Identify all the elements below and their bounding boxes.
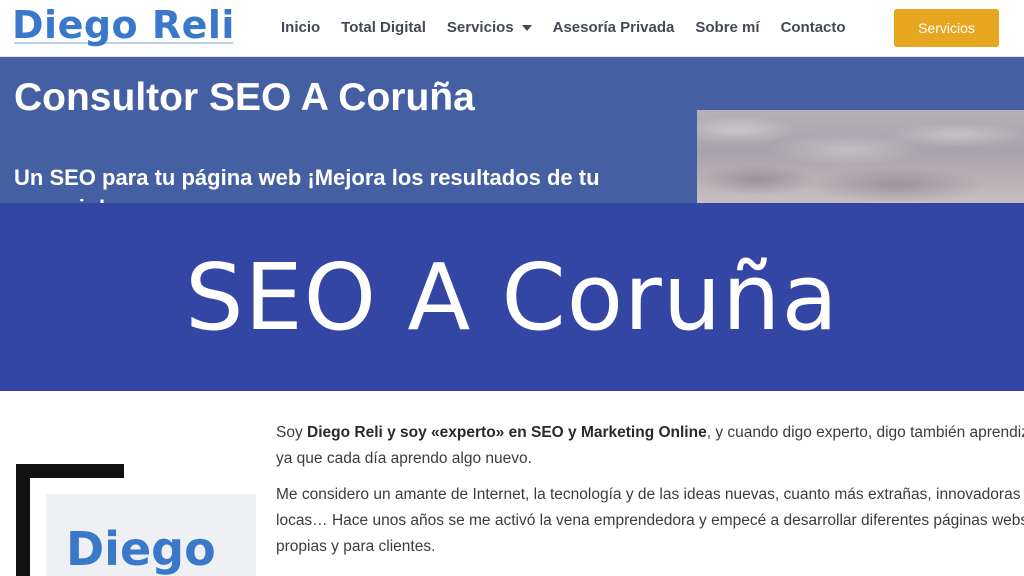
site-header: Diego Reli Inicio Total Digital Servicio…	[0, 0, 1024, 57]
nav-item-asesoria-privada[interactable]: Asesoría Privada	[553, 19, 675, 36]
logo-text: Diego Reli	[12, 3, 235, 47]
banner-text: SEO A Coruña	[185, 243, 839, 351]
nav-item-sobre-mi[interactable]: Sobre mí	[695, 19, 759, 36]
nav-item-contacto[interactable]: Contacto	[781, 19, 846, 36]
about-paragraph: Me considero un amante de Internet, la t…	[276, 486, 1024, 555]
frame-top-bar	[16, 464, 124, 478]
profile-logo-text: Diego	[66, 522, 216, 576]
page-title: Consultor SEO A Coruña	[14, 76, 475, 119]
hero-section: Consultor SEO A Coruña Un SEO para tu pá…	[0, 57, 1024, 203]
logo-underline	[14, 42, 233, 44]
intro-bold-text: Diego Reli y soy «experto» en SEO y Mark…	[307, 424, 707, 441]
main-nav: Inicio Total Digital Servicios Asesoría …	[281, 0, 867, 55]
hero-subtitle: Un SEO para tu página web ¡Mejora los re…	[14, 165, 600, 203]
servicios-cta-button[interactable]: Servicios	[894, 9, 999, 47]
nav-item-servicios-label: Servicios	[446, 19, 514, 36]
nav-item-servicios[interactable]: Servicios	[447, 19, 532, 36]
profile-image: Diego	[46, 494, 256, 576]
sky-photo	[697, 110, 1024, 203]
nav-item-inicio[interactable]: Inicio	[281, 19, 320, 36]
profile-image-box: Diego	[16, 464, 256, 576]
intro-paragraph: Soy Diego Reli y soy «experto» en SEO y …	[276, 420, 1024, 472]
nav-item-total-digital[interactable]: Total Digital	[341, 19, 426, 36]
chevron-down-icon	[521, 24, 532, 31]
frame-left-bar	[16, 464, 30, 576]
intro-text: Soy	[276, 424, 308, 441]
title-banner: SEO A Coruña	[0, 203, 1024, 391]
site-logo[interactable]: Diego Reli	[12, 3, 235, 47]
about-section: Soy Diego Reli y soy «experto» en SEO y …	[0, 391, 1024, 576]
